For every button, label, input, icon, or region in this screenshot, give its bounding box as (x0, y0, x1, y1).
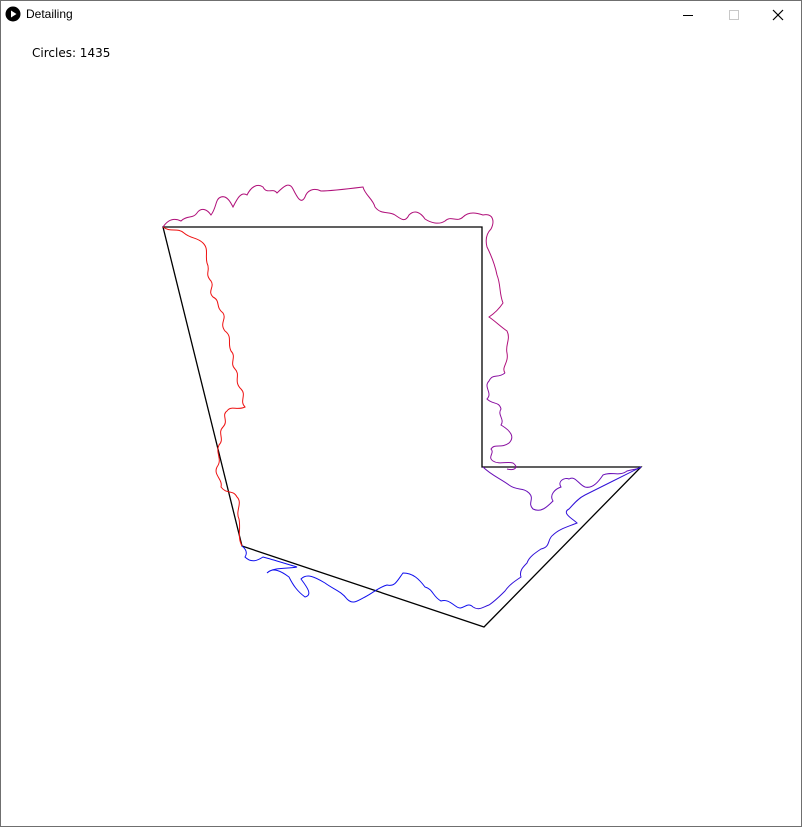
detail-path-top (162, 184, 509, 374)
detail-path-bottom (241, 545, 474, 609)
detail-path-diagonal (472, 466, 642, 610)
app-window: Detailing Circles: 1435 (0, 0, 802, 827)
sketch-canvas[interactable]: Circles: 1435 (1, 29, 801, 826)
detail-path-inner-bottom (482, 466, 642, 511)
detail-path-inner-right (486, 372, 517, 470)
shape-outline (162, 226, 643, 628)
drawing-surface (162, 184, 643, 628)
